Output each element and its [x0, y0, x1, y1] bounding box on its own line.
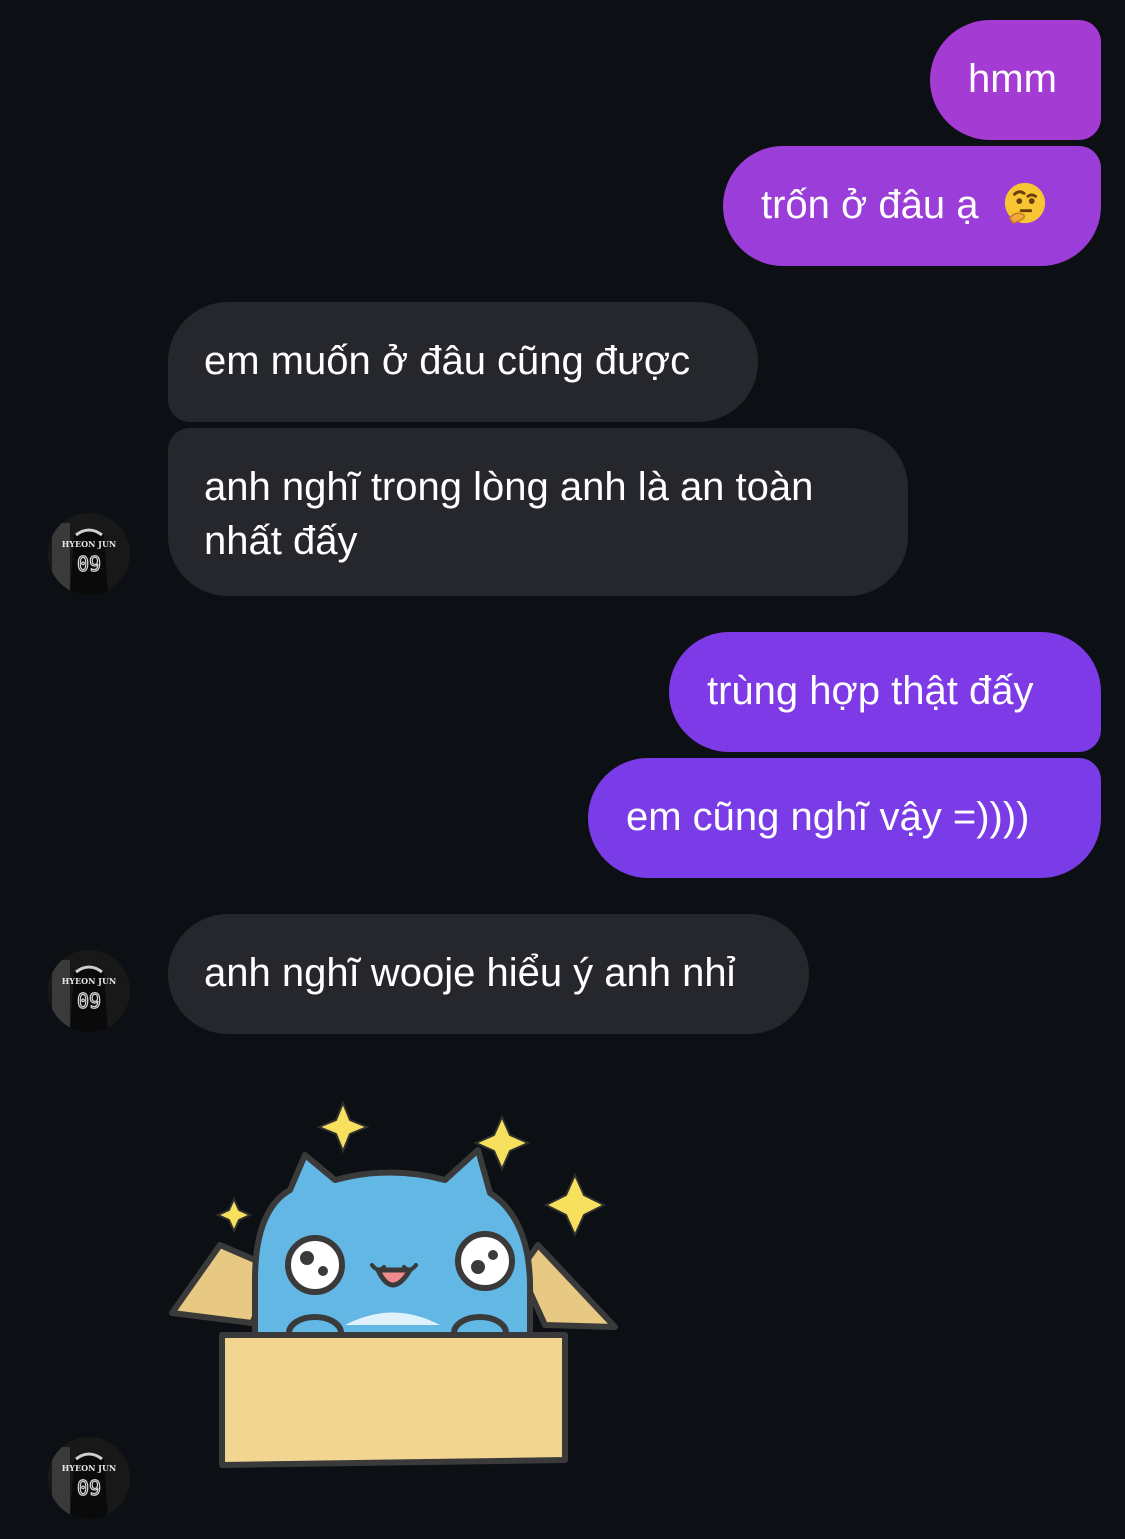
avatar[interactable]: HYEON JUN 09	[48, 950, 130, 1032]
outgoing-message-bubble[interactable]: em cũng nghĩ vậy =))))	[588, 758, 1101, 878]
svg-text:HYEON JUN: HYEON JUN	[62, 976, 117, 986]
outgoing-message-bubble[interactable]: trùng hợp thật đấy	[669, 632, 1101, 752]
svg-text:09: 09	[77, 989, 101, 1013]
message-text: anh nghĩ wooje hiểu ý anh nhỉ	[204, 951, 736, 995]
message-text-line: nhất đấy	[204, 519, 358, 563]
message-text: em muốn ở đâu cũng được	[204, 339, 691, 383]
avatar[interactable]: HYEON JUN 09	[48, 1437, 130, 1519]
message-text: trốn ở đâu ạ	[761, 183, 979, 227]
message-text: em cũng nghĩ vậy =))))	[626, 795, 1030, 839]
incoming-message-bubble[interactable]: anh nghĩ trong lòng anh là an toàn nhất …	[168, 428, 908, 596]
message-text-line: anh nghĩ trong lòng anh là an toàn	[204, 465, 814, 509]
svg-text:HYEON JUN: HYEON JUN	[62, 1463, 117, 1473]
cat-in-box-sticker[interactable]	[160, 1095, 630, 1480]
svg-text:HYEON JUN: HYEON JUN	[62, 539, 117, 549]
thinking-face-icon	[1004, 182, 1045, 225]
outgoing-message-bubble[interactable]: hmm	[930, 20, 1101, 140]
message-text: hmm	[968, 57, 1057, 101]
avatar-image: HYEON JUN 09	[48, 950, 130, 1032]
avatar[interactable]: HYEON JUN 09	[48, 513, 130, 595]
svg-text:09: 09	[77, 1476, 101, 1500]
outgoing-message-bubble[interactable]: trốn ở đâu ạ	[723, 146, 1101, 266]
message-text: trùng hợp thật đấy	[707, 669, 1034, 713]
avatar-image: HYEON JUN 09	[48, 513, 130, 595]
incoming-message-bubble[interactable]: anh nghĩ wooje hiểu ý anh nhỉ	[168, 914, 809, 1034]
avatar-image: HYEON JUN 09	[48, 1437, 130, 1519]
incoming-message-bubble[interactable]: em muốn ở đâu cũng được	[168, 302, 758, 422]
svg-text:09: 09	[77, 552, 101, 576]
